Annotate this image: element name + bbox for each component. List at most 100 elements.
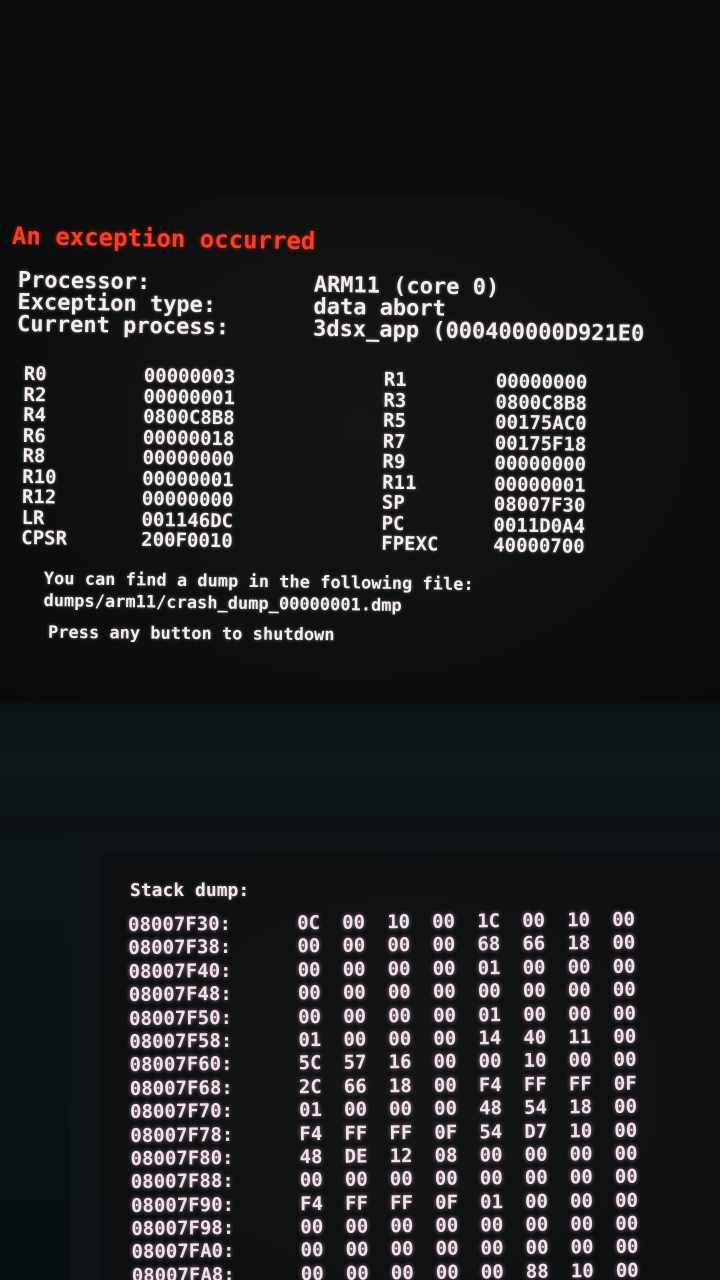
stack-byte: 00 bbox=[525, 1213, 549, 1236]
stack-byte: 00 bbox=[614, 1142, 638, 1165]
stack-address: 08007F80: bbox=[130, 1146, 234, 1170]
stack-byte: 18 bbox=[568, 1096, 593, 1119]
stack-byte: 01 bbox=[478, 1003, 502, 1026]
stack-byte: 00 bbox=[479, 1143, 503, 1167]
stack-byte: 00 bbox=[342, 911, 366, 934]
stack-byte: FF bbox=[568, 1072, 592, 1096]
register-name: R12 bbox=[21, 485, 57, 509]
stack-byte: 00 bbox=[388, 1098, 413, 1121]
top-screen: An exception occurred Processor: ARM11 (… bbox=[0, 198, 720, 703]
stack-byte: FF bbox=[344, 1192, 369, 1215]
stack-address: 08007F60: bbox=[129, 1053, 233, 1077]
stack-byte: 88 bbox=[525, 1260, 549, 1280]
stack-byte: 00 bbox=[390, 1261, 414, 1280]
stack-byte: 00 bbox=[387, 934, 411, 957]
stack-byte: 48 bbox=[299, 1145, 323, 1169]
stack-address: 08007F58: bbox=[129, 1029, 233, 1053]
register-name: R0 bbox=[23, 363, 47, 386]
stack-byte: 00 bbox=[433, 1097, 458, 1120]
stack-byte: 00 bbox=[570, 1213, 594, 1236]
stack-address: 08007FA8: bbox=[131, 1263, 235, 1280]
register-name: FPEXC bbox=[381, 532, 439, 556]
stack-byte: 00 bbox=[343, 1028, 367, 1051]
stack-byte: 00 bbox=[478, 1050, 502, 1073]
stack-byte: 00 bbox=[569, 1166, 593, 1189]
register-name: R8 bbox=[22, 444, 46, 468]
stack-address: 08007F70: bbox=[129, 1100, 234, 1124]
dump-message: You can find a dump in the following fil… bbox=[43, 568, 704, 621]
stack-byte: 00 bbox=[344, 1168, 368, 1192]
stack-byte: 00 bbox=[435, 1238, 459, 1261]
stack-byte: 00 bbox=[342, 934, 366, 958]
stack-byte: 11 bbox=[568, 1026, 592, 1049]
stack-byte: 16 bbox=[388, 1051, 412, 1074]
stack-dump-table: 08007F30: 0C 00 10 00 1C 00 10 00 08007F38: 00 00 00… bbox=[128, 908, 712, 1280]
register-name: R1 bbox=[383, 368, 407, 392]
stack-byte: 1C bbox=[477, 910, 501, 933]
stack-byte: F4 bbox=[299, 1122, 323, 1145]
stack-byte: 00 bbox=[300, 1239, 324, 1262]
stack-byte: 00 bbox=[525, 1237, 549, 1260]
stack-byte: FF bbox=[344, 1122, 368, 1145]
stack-byte: 00 bbox=[387, 981, 411, 1004]
register-name: SP bbox=[381, 491, 405, 514]
stack-address: 08007F30: bbox=[128, 912, 232, 936]
stack-byte: 00 bbox=[614, 1119, 638, 1142]
stack-byte: 00 bbox=[342, 981, 366, 1004]
stack-byte: 00 bbox=[524, 1143, 548, 1166]
stack-byte: FF bbox=[523, 1073, 547, 1096]
stack-byte: 12 bbox=[389, 1144, 413, 1168]
stack-byte: 10 bbox=[387, 911, 411, 934]
stack-byte: DE bbox=[344, 1145, 368, 1168]
device-hinge bbox=[0, 703, 720, 833]
stack-byte: 00 bbox=[522, 956, 546, 979]
stack-byte: 54 bbox=[523, 1096, 548, 1119]
exception-info: Processor: ARM11 (core 0) Exception type… bbox=[16, 268, 718, 347]
stack-byte: 01 bbox=[298, 1028, 322, 1052]
stack-byte: 00 bbox=[613, 1095, 638, 1119]
stack-byte: 00 bbox=[613, 1002, 637, 1025]
stack-byte: 18 bbox=[567, 932, 591, 955]
stack-byte: 00 bbox=[432, 910, 456, 933]
stack-byte: 00 bbox=[612, 955, 636, 978]
stack-byte: 00 bbox=[614, 1189, 639, 1212]
stack-byte: 66 bbox=[522, 933, 546, 956]
stack-byte: 00 bbox=[523, 1003, 547, 1026]
stack-byte: 00 bbox=[614, 1165, 638, 1189]
stack-byte: 10 bbox=[570, 1260, 594, 1280]
stack-byte: 00 bbox=[432, 980, 456, 1003]
info-label: Current process: bbox=[16, 311, 230, 341]
stack-byte: 00 bbox=[300, 1262, 324, 1280]
stack-address: 08007F48: bbox=[128, 983, 232, 1007]
stack-byte: 00 bbox=[299, 1169, 323, 1192]
stack-byte: 00 bbox=[567, 979, 591, 1002]
stack-byte: 00 bbox=[567, 955, 591, 979]
stack-byte: 00 bbox=[613, 1025, 637, 1048]
stack-address: 08007F78: bbox=[130, 1123, 234, 1147]
register-table: R0 00000003 R1 00000000 R2 00000001 R3 0800C8B8… bbox=[21, 363, 704, 559]
shutdown-prompt: Press any button to shutdown bbox=[47, 622, 335, 646]
register-name: CPSR bbox=[21, 526, 68, 550]
stack-byte: 00 bbox=[570, 1236, 594, 1259]
stack-byte: 08 bbox=[434, 1144, 458, 1167]
stack-byte: 01 bbox=[298, 1099, 323, 1122]
stack-byte: 00 bbox=[615, 1212, 639, 1235]
stack-address: 08007F40: bbox=[128, 959, 232, 983]
stack-byte: 00 bbox=[388, 1027, 412, 1051]
stack-byte: 48 bbox=[478, 1097, 503, 1120]
stack-byte: 00 bbox=[522, 979, 546, 1003]
stack-byte: 10 bbox=[523, 1049, 547, 1073]
stack-byte: 00 bbox=[615, 1259, 639, 1280]
stack-byte: 00 bbox=[389, 1168, 413, 1191]
stack-byte: 00 bbox=[345, 1215, 369, 1238]
stack-byte: 57 bbox=[343, 1051, 367, 1075]
stack-byte: 00 bbox=[569, 1143, 593, 1166]
stack-byte: 66 bbox=[343, 1075, 367, 1098]
stack-byte: 00 bbox=[298, 1005, 322, 1028]
register-value: 200F0010 bbox=[141, 528, 233, 553]
register-name: R5 bbox=[382, 409, 407, 433]
stack-byte: 40 bbox=[523, 1026, 547, 1049]
bottom-screen: Stack dump: 08007F30: 0C 00 10 00 1C 00 10 00 080… bbox=[100, 852, 720, 1280]
stack-byte: 00 bbox=[433, 1027, 457, 1050]
stack-byte: 00 bbox=[343, 1005, 367, 1028]
